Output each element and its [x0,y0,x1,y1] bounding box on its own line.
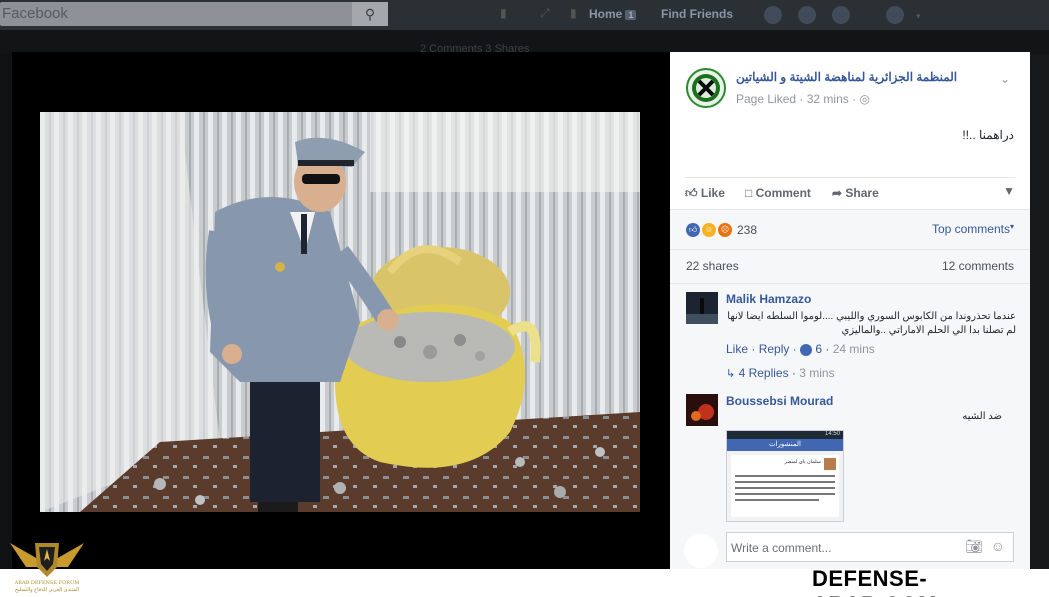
post-actions: 👍︎ Like □ Comment ➦ Share ▼ [685,177,1015,209]
screenshot-time: 14:50 [824,431,840,437]
options-caret-icon[interactable]: ▼ [1003,184,1015,198]
comment-button[interactable]: □ Comment [745,186,811,200]
privacy-shortcuts-icon[interactable] [886,6,904,24]
screenshot-post-card: سلمان ياي لمنضر [731,455,839,517]
avatar[interactable] [686,394,718,426]
friend-requests-icon[interactable] [764,6,782,24]
replies-time: 3 mins [799,366,835,380]
screenshot-text-line [735,493,835,495]
screenshot-text-line [735,481,835,483]
arab-defense-logo: ARAB DEFENSE FORUM المنتدى العربي للدفاع… [8,537,86,595]
comment-author[interactable]: Malik Hamzazo [726,292,811,306]
haha-reaction-icon[interactable]: ☺ [702,223,716,237]
comment-actions: Like · Reply · 6 · 24 mins [726,342,875,356]
home-label: Home [589,7,623,21]
photo-lightbox [12,52,670,569]
right-scroll-strip [1030,54,1049,569]
comment-likes-count[interactable]: 6 [815,342,822,356]
post-text: دراهمنا ..!! [962,128,1014,142]
like-button[interactable]: 👍︎ Like [685,186,725,201]
like-reaction-icon [800,343,813,356]
site-watermark: DEFENSE-ARAB.COM [812,566,937,597]
background-feed-strip: 2 Comments 3 Shares [0,30,1049,55]
comment-reply-link[interactable]: Reply [759,342,790,356]
post-meta: Page Liked · 32 mins · ◎ [736,92,870,106]
comment-text: عندما تحذروندا من الكابوس السوري والليبي… [726,310,1016,338]
commenter-avatar-image [686,292,718,324]
notifications-icon[interactable] [832,6,850,24]
page-name-link[interactable]: المنظمة الجزائرية لمناهضة الشيتة و الشيا… [736,70,996,84]
commenter-avatar-image-2 [686,394,718,426]
search-input[interactable]: Facebook [2,5,68,22]
screenshot-status-bar: 14:50 [727,431,843,439]
post-header: المنظمة الجزائرية لمناهضة الشيتة و الشيا… [670,52,1030,112]
post-info-panel: المنظمة الجزائرية لمناهضة الشيتة و الشيا… [670,52,1030,569]
thumbs-up-icon: 👍︎ [685,186,698,200]
page-avatar[interactable] [686,68,726,108]
share-button[interactable]: ➦ Share [832,186,879,200]
comment-label: Comment [755,186,811,200]
reactions-row: 👍︎ ☺ ☹ 238 Top comments▾ [670,209,1030,249]
photo-illustration [40,112,640,512]
screenshot-text-line [735,487,835,489]
comment-time[interactable]: 24 mins [833,342,875,356]
facebook-top-bar: Facebook ⚲ ▮ ⤢ ▮ Home 1 Find Friends ▾ [0,0,1049,30]
comment-author[interactable]: Boussebsi Mourad [726,394,833,408]
emoji-icon[interactable]: ☺ [991,538,1005,554]
page-liked-status: Page Liked [736,92,797,106]
comment-text-line-2: لم تصلنا بدا الي الحلم الاماراتي ..والما… [841,325,1016,336]
post-timestamp[interactable]: 32 mins [807,92,849,106]
logo-text-arabic: المنتدى العربي للدفاع والتسليح [14,587,80,593]
write-comment-box[interactable]: Write a comment... 📷︎ ☺ [726,532,1014,562]
user-avatar [684,534,718,568]
account-menu-icon[interactable]: ▾ [916,11,926,21]
bar-graphic-icon-2: ▮ [570,6,577,20]
top-comments-dropdown[interactable]: Top comments▾ [932,222,1014,236]
shares-count-link[interactable]: 22 shares [686,259,739,273]
screenshot-text-line [735,475,835,477]
dropdown-caret-icon: ▾ [1009,222,1014,231]
reaction-count[interactable]: 238 [737,223,757,237]
eagle-shield-icon [10,543,84,577]
top-comments-label: Top comments [931,222,1010,236]
home-badge: 1 [625,10,637,20]
camera-icon[interactable]: 📷︎ [965,538,983,555]
screenshot-avatar [824,458,836,470]
page-logo-icon [692,74,720,102]
view-replies-link[interactable]: ↳ 4 Replies · 3 mins [726,366,835,380]
screenshot-name: سلمان ياي لمنضر [784,459,821,465]
share-label: Share [845,186,879,200]
shares-comments-row: 22 shares 12 comments [670,249,1030,283]
find-friends-link[interactable]: Find Friends [661,7,733,21]
replies-count: 4 Replies [738,366,789,380]
search-box[interactable]: Facebook ⚲ [0,2,388,26]
angry-reaction-icon[interactable]: ☹ [718,223,732,237]
post-photo[interactable] [40,112,640,512]
reply-arrow-icon: ↳ [726,368,736,380]
bar-graphic-icon: ▮ [500,6,507,20]
home-link[interactable]: Home 1 [589,7,637,21]
messages-icon[interactable] [798,6,816,24]
audience-globe-icon: ◎ [859,92,870,106]
screenshot-header: المنشورات [727,439,843,451]
chevron-down-icon[interactable]: ⌄ [1000,72,1010,86]
search-icon[interactable]: ⚲ [352,2,388,26]
share-arrow-icon: ➦ [832,186,843,200]
like-label: Like [700,186,725,200]
comment-text-line-1: عندما تحذروندا من الكابوس السوري والليبي… [727,311,1016,322]
avatar[interactable] [686,292,718,324]
logo-text-english: ARAB DEFENSE FORUM [14,580,80,586]
like-reaction-icon[interactable]: 👍︎ [686,223,700,237]
comments-count-link[interactable]: 12 comments [942,259,1014,273]
comments-section: Malik Hamzazo عندما تحذروندا من الكابوس … [670,283,1030,569]
comment-like-link[interactable]: Like [726,342,748,356]
screenshot-header-label: المنشورات [768,441,801,448]
screenshot-text-line [735,499,819,501]
comment-icon: □ [745,186,753,200]
comment-input[interactable]: Write a comment... [731,541,831,555]
comment-text: ضد الشيه [962,411,1002,422]
expand-icon: ⤢ [540,6,550,20]
comment-attached-screenshot[interactable]: 14:50 المنشورات سلمان ياي لمنضر [726,430,844,522]
